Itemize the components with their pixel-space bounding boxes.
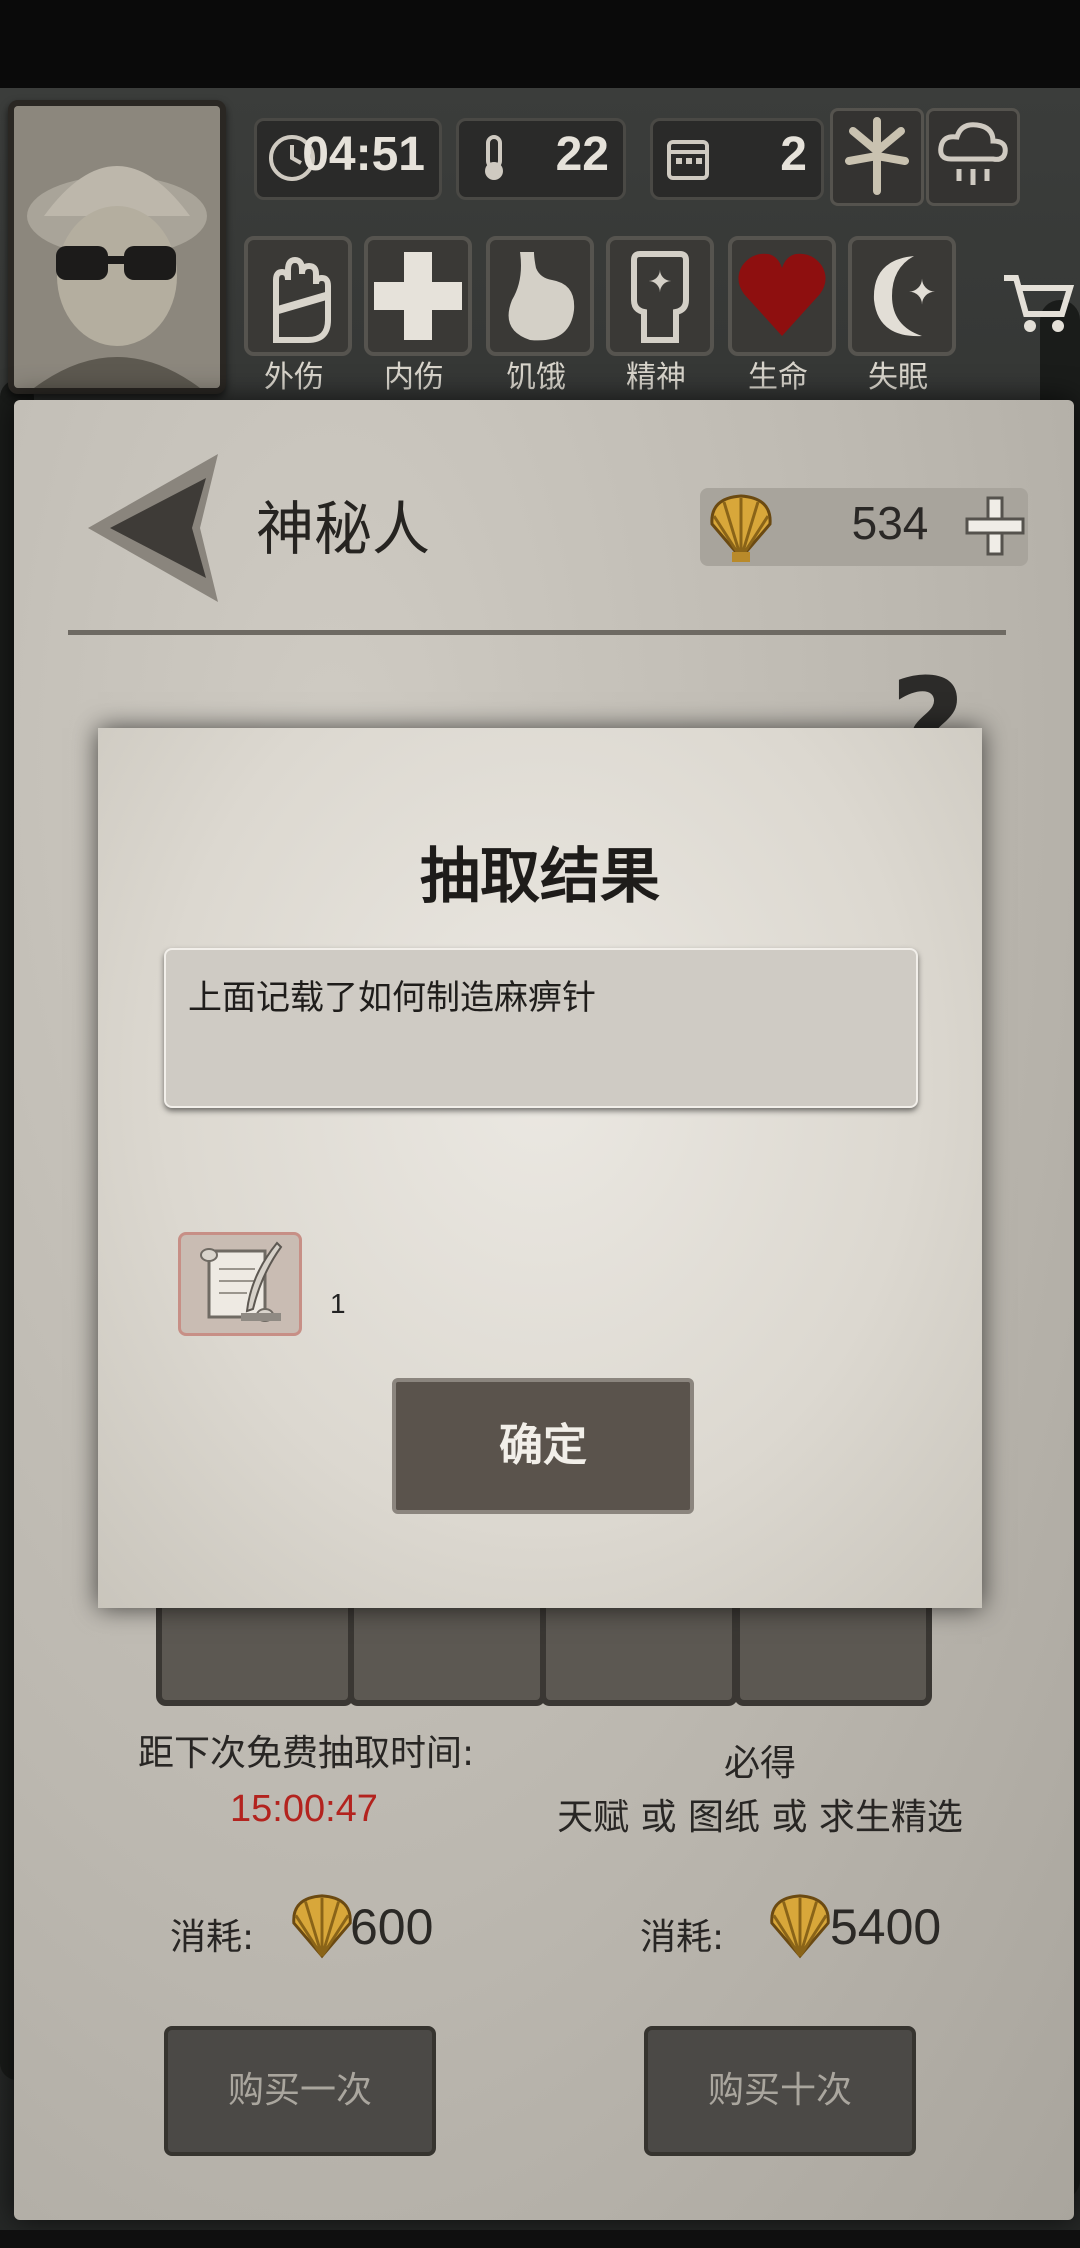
result-text: 上面记载了如何制造麻痹针 <box>188 978 596 1018</box>
draw-result-dialog: 抽取结果 上面记载了如何制造麻痹针 1 确定 <box>98 728 982 1608</box>
status-bar <box>0 0 1080 88</box>
reward-item-count: 1 <box>330 1288 346 1319</box>
reward-item-slot[interactable] <box>178 1232 302 1336</box>
scroll-quill-icon <box>200 1241 283 1322</box>
result-text-box: 上面记载了如何制造麻痹针 <box>164 948 918 1108</box>
dialog-title: 抽取结果 <box>420 842 660 912</box>
bottom-bar <box>0 2230 1080 2248</box>
confirm-button[interactable]: 确定 <box>392 1378 694 1514</box>
